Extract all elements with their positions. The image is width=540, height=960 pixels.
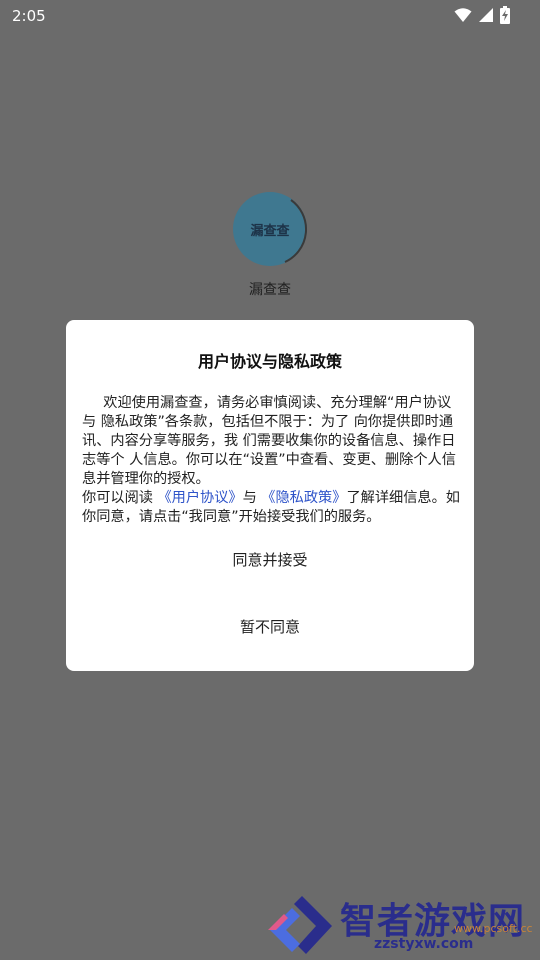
app-logo: 漏查查 <box>233 192 309 268</box>
dialog-paragraph-2-mid: 与 <box>242 490 262 506</box>
dialog-title: 用户协议与隐私政策 <box>197 352 342 371</box>
user-agreement-link[interactable]: 《用户协议》 <box>157 490 242 506</box>
privacy-policy-link[interactable]: 《隐私政策》 <box>261 490 346 506</box>
privacy-dialog: 用户协议与隐私政策 欢迎使用漏查查，请务必审慎阅读、充分理解“用户协议与 隐私政… <box>66 320 474 671</box>
dialog-body: 欢迎使用漏查查，请务必审慎阅读、充分理解“用户协议与 隐私政策”各条款，包括但不… <box>82 394 462 527</box>
status-bar: 2:05 <box>0 0 540 32</box>
cell-signal-icon <box>479 8 493 22</box>
watermark-logo-icon <box>268 896 332 954</box>
status-time: 2:05 <box>12 7 46 25</box>
watermark-secondary-text: www.pcsoft.cc <box>454 922 533 935</box>
dialog-paragraph-2-prefix: 你可以阅读 <box>82 490 158 506</box>
watermark-url-text: zzstyxw.com <box>374 936 474 952</box>
battery-charging-icon <box>500 6 510 24</box>
dialog-paragraph-1-text: 欢迎使用漏查查，请务必审慎阅读、充分理解“用户协议与 隐私政策”各条款，包括但不… <box>82 395 456 487</box>
agree-button[interactable]: 同意并接受 <box>66 548 474 572</box>
dialog-paragraph-2: 你可以阅读 《用户协议》与 《隐私政策》了解详细信息。如你同意，请点击“我同意”… <box>82 489 462 527</box>
dialog-paragraph-1: 欢迎使用漏查查，请务必审慎阅读、充分理解“用户协议与 隐私政策”各条款，包括但不… <box>82 394 462 489</box>
status-icons <box>454 6 510 24</box>
disagree-button[interactable]: 暂不同意 <box>66 615 474 639</box>
wifi-icon <box>454 8 472 22</box>
app-logo-text: 漏查查 <box>250 223 290 239</box>
app-name: 漏查查 <box>249 282 291 298</box>
watermark: 智者游戏网 www.pcsoft.cc zzstyxw.com <box>256 888 540 960</box>
